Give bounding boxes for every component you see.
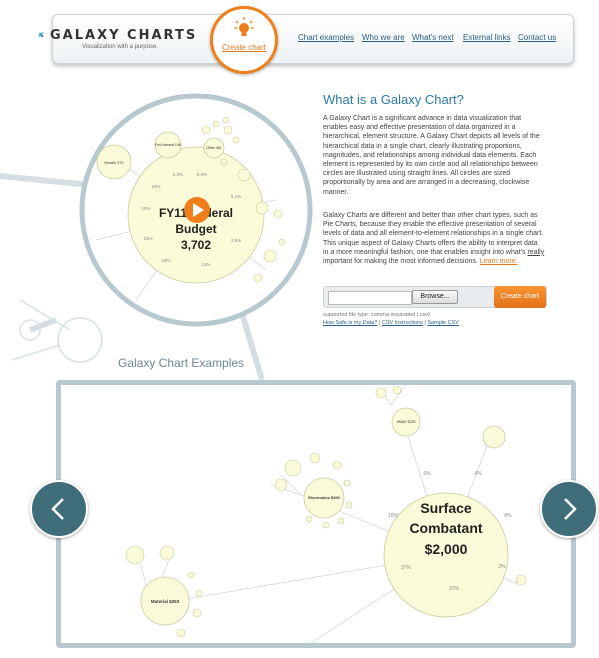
sample-csv-link[interactable]: Sample CSV (427, 320, 459, 326)
example-galaxy-chart: HM&E $225 Electronics $200 Material $253… (125, 385, 527, 643)
data-safety-link[interactable]: How Safe is my Data? (323, 320, 377, 326)
file-type-note: supported file type: comma separated (.c… (323, 312, 430, 318)
hero-bubble-health: Health 372 (104, 160, 124, 165)
learn-more-link[interactable]: Learn more. (480, 258, 518, 265)
example-pct: 6% (423, 471, 431, 477)
create-chart-badge[interactable]: Create chart (210, 6, 278, 74)
hero-pct: 18% (161, 258, 170, 263)
hero-pct: 15% (141, 206, 150, 211)
example-bubble-electronics: Electronics $200 (308, 495, 340, 500)
example-bubble-hmwe: HM&E $225 (397, 420, 416, 424)
intro-paragraph-1: A Galaxy Chart is a significant advance … (323, 115, 540, 196)
hero-pct: 2.5% (231, 238, 241, 243)
logo-text: GALAXY CHARTS (50, 28, 198, 43)
upload-bar: Browse... Create chart (323, 286, 547, 308)
create-chart-button[interactable]: Create chart (494, 286, 546, 308)
carousel-next-button[interactable] (540, 480, 598, 538)
nav-contact-us[interactable]: Contact us (518, 33, 556, 42)
hero-bubble-other: Other 481 (206, 146, 222, 150)
hero-bubble-fed-interest: Fed Interest 196 (155, 143, 181, 147)
example-center-value: $2,000 (425, 541, 468, 557)
example-center-line1: Surface (420, 500, 472, 516)
hero-pct: 13% (201, 262, 210, 267)
create-chart-link[interactable]: Create chart (213, 43, 275, 52)
intro-title: What is a Galaxy Chart? (323, 92, 464, 107)
csv-instructions-link[interactable]: CSV Instructions (382, 320, 423, 326)
hero-pct: 10% (151, 184, 160, 189)
example-pct: 10% (388, 513, 399, 519)
lightbulb-icon (234, 17, 254, 36)
hero-pct: 16% (143, 236, 152, 241)
play-icon[interactable] (184, 197, 210, 223)
hero-pct: 8.5% (197, 172, 207, 177)
nav-whats-next[interactable]: What's next (412, 33, 454, 42)
nav-who-we-are[interactable]: Who we are (362, 33, 405, 42)
hero-center-line2: Budget (175, 222, 216, 236)
hero-center-value: 3,702 (181, 238, 211, 252)
file-path-input[interactable] (328, 291, 412, 305)
hero-pct: 6.3% (173, 172, 183, 177)
example-pct: 4% (474, 471, 482, 477)
intro-paragraph-2: Galaxy Charts are different and better t… (323, 212, 545, 266)
browse-button[interactable]: Browse... (412, 290, 458, 304)
example-center-line2: Combatant (409, 520, 482, 536)
nav-chart-examples[interactable]: Chart examples (298, 33, 354, 42)
example-pct: 37% (401, 565, 412, 571)
logo-tagline: Visualization with a purpose. (82, 44, 158, 50)
chevron-left-icon (51, 498, 64, 520)
carousel-prev-button[interactable] (30, 480, 88, 538)
example-pct: 2% (498, 564, 506, 570)
nav-external-links[interactable]: External links (463, 33, 511, 42)
example-bubble-material: Material $253 (151, 599, 180, 604)
example-pct: 8% (504, 513, 512, 519)
hero-pct: 5.1% (231, 194, 241, 199)
examples-title: Galaxy Chart Examples (118, 356, 245, 370)
upload-links: How Safe is my Data? | CSV Instructions … (323, 320, 459, 326)
example-pct: 37% (449, 586, 460, 592)
examples-carousel[interactable]: HM&E $225 Electronics $200 Material $253… (56, 380, 576, 648)
chevron-right-icon (564, 498, 577, 520)
hero-galaxy-chart[interactable]: Health 372 Fed Interest 196 Other 481 10… (76, 90, 316, 330)
